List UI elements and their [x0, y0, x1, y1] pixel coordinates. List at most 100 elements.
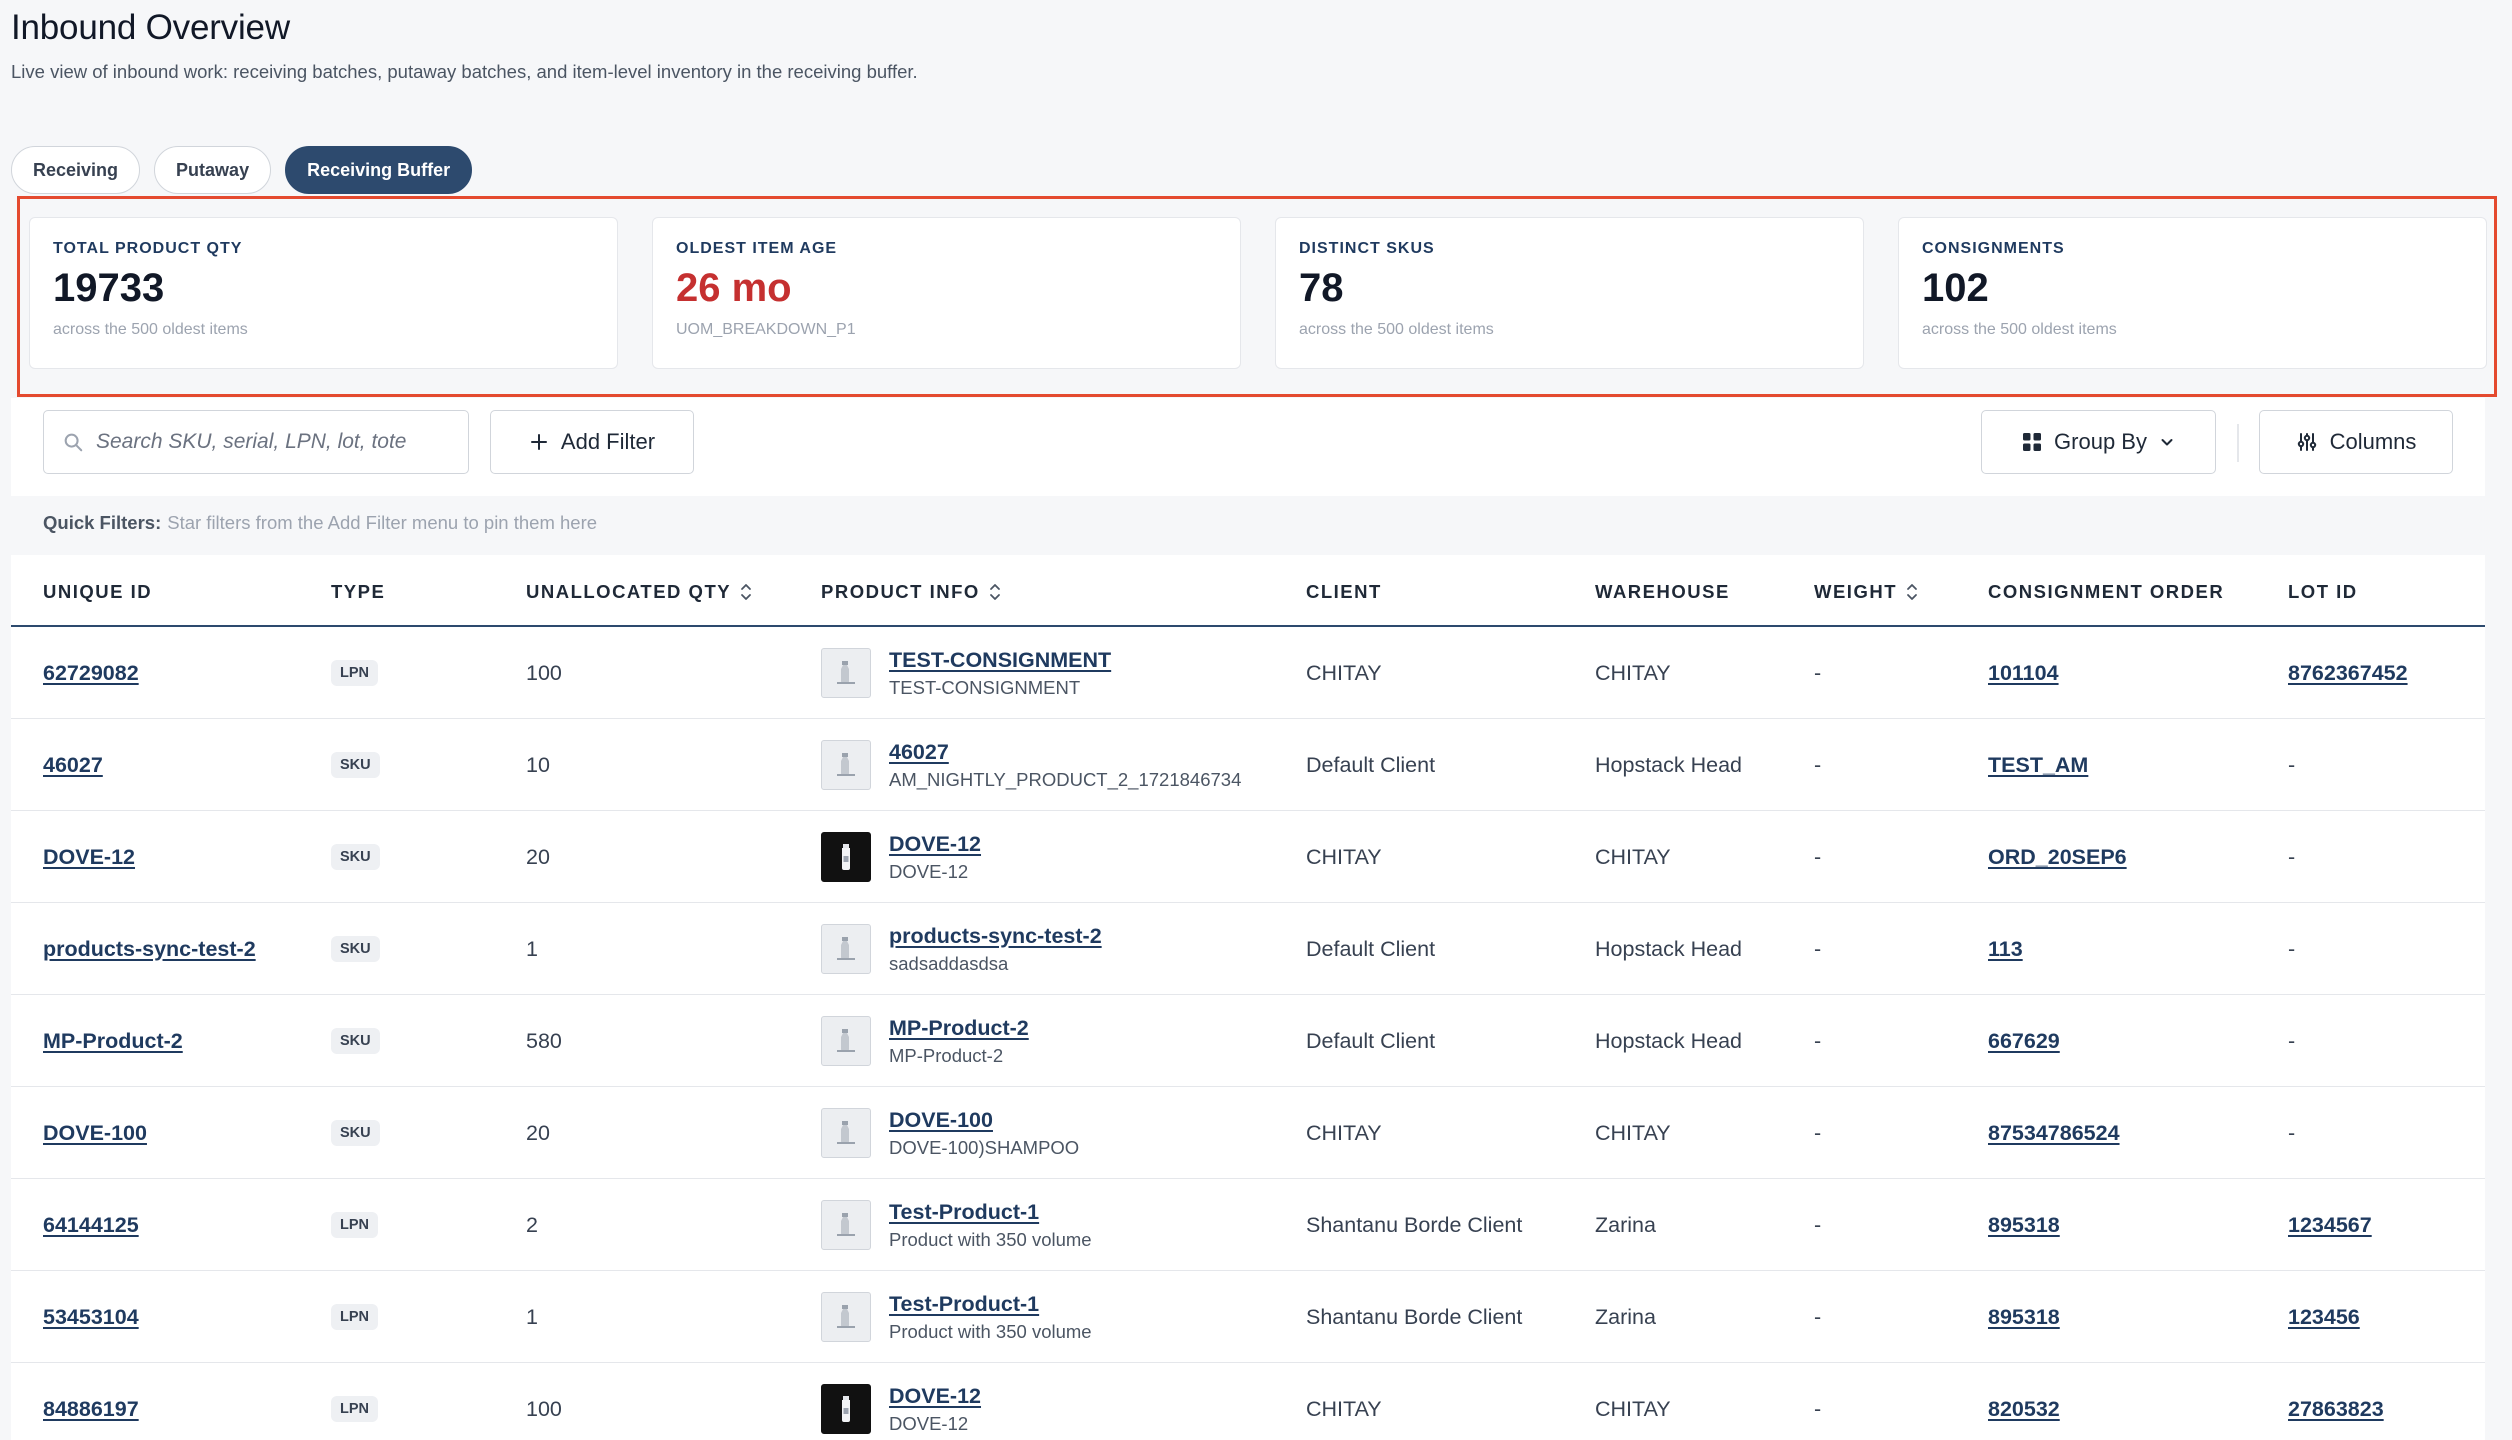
lot-id-value[interactable]: 8762367452 — [2288, 661, 2408, 686]
product-subtitle: DOVE-100)SHAMPOO — [889, 1136, 1080, 1158]
table-row[interactable]: DOVE-100 SKU 20 DOVE-100 DOVE-100)SHAMPOO CHI… — [11, 1087, 2485, 1179]
table-row[interactable]: 64144125 LPN 2 Test-Product-1 Product with 3… — [11, 1179, 2485, 1271]
search-box[interactable] — [43, 410, 469, 474]
unique-id-link[interactable]: DOVE-100 — [43, 1121, 147, 1146]
unique-id-link[interactable]: DOVE-12 — [43, 845, 135, 870]
column-header-consignment-order[interactable]: CONSIGNMENT ORDER — [1988, 581, 2224, 603]
product-subtitle: Product with 350 volume — [889, 1228, 1092, 1250]
product-link[interactable]: products-sync-test-2 — [889, 924, 1102, 949]
kpi-value: 19733 — [53, 266, 165, 310]
column-header-type[interactable]: TYPE — [331, 581, 385, 603]
lot-id-value[interactable]: 27863823 — [2288, 1397, 2384, 1422]
table-header: UNIQUE ID TYPE UNALLOCATED QTY PRODUCT I… — [11, 555, 2485, 627]
cell-unallocated-qty: 100 — [526, 1396, 562, 1421]
product-link[interactable]: 46027 — [889, 740, 1241, 765]
cell-unallocated-qty: 2 — [526, 1212, 538, 1237]
consignment-order-link[interactable]: ORD_20SEP6 — [1988, 845, 2127, 870]
toolbar-divider — [2237, 424, 2239, 462]
quick-filters-hint: Star filters from the Add Filter menu to… — [167, 512, 598, 533]
cell-product-info: TEST-CONSIGNMENT TEST-CONSIGNMENT — [821, 627, 1111, 719]
cell-weight: - — [1814, 1212, 1822, 1237]
lot-id-value[interactable]: 1234567 — [2288, 1213, 2372, 1238]
tab-bar: Receiving Putaway Receiving Buffer — [11, 146, 473, 194]
table-row[interactable]: 46027 SKU 10 46027 AM_NIGHTLY_PRODUCT_2_1721… — [11, 719, 2485, 811]
cell-type: LPN — [331, 627, 378, 719]
inbound-overview-page: Inbound Overview Live view of inbound wo… — [0, 0, 2512, 1440]
column-header-warehouse[interactable]: WAREHOUSE — [1595, 581, 1730, 603]
cell-weight: - — [1814, 844, 1822, 869]
cell-warehouse: CHITAY — [1595, 660, 1671, 685]
consignment-order-link[interactable]: 895318 — [1988, 1305, 2060, 1330]
consignment-order-link[interactable]: 820532 — [1988, 1397, 2060, 1422]
cell-product-info: DOVE-12 DOVE-12 — [821, 1363, 981, 1440]
table-row[interactable]: 53453104 LPN 1 Test-Product-1 Product with 3… — [11, 1271, 2485, 1363]
table-row[interactable]: MP-Product-2 SKU 580 MP-Product-2 MP-Product… — [11, 995, 2485, 1087]
product-link[interactable]: MP-Product-2 — [889, 1016, 1029, 1041]
cell-warehouse: Hopstack Head — [1595, 936, 1742, 961]
unique-id-link[interactable]: 64144125 — [43, 1213, 139, 1238]
tab-putaway[interactable]: Putaway — [154, 146, 272, 194]
lot-id-value: - — [2288, 1028, 2296, 1053]
product-link[interactable]: Test-Product-1 — [889, 1200, 1092, 1225]
lot-id-value[interactable]: 123456 — [2288, 1305, 2360, 1330]
sort-icon[interactable] — [1905, 582, 1919, 602]
product-link[interactable]: Test-Product-1 — [889, 1292, 1092, 1317]
table-toolbar: Add Filter Group By Columns — [11, 398, 2485, 496]
cell-consignment-order: 667629 — [1988, 995, 2060, 1087]
columns-label: Columns — [2329, 429, 2417, 454]
column-header-product-info[interactable]: PRODUCT INFO — [821, 581, 1002, 603]
unique-id-link[interactable]: 53453104 — [43, 1305, 139, 1330]
column-header-lot-id[interactable]: LOT ID — [2288, 581, 2358, 603]
cell-consignment-order: 895318 — [1988, 1179, 2060, 1271]
sort-icon[interactable] — [988, 582, 1002, 602]
column-header-unallocated-qty[interactable]: UNALLOCATED QTY — [526, 581, 753, 603]
cell-consignment-order: 895318 — [1988, 1271, 2060, 1363]
column-header-client[interactable]: CLIENT — [1306, 581, 1382, 603]
consignment-order-link[interactable]: 667629 — [1988, 1029, 2060, 1054]
kpi-value: 26 mo — [676, 266, 792, 310]
add-filter-button[interactable]: Add Filter — [490, 410, 694, 474]
unique-id-link[interactable]: MP-Product-2 — [43, 1029, 183, 1054]
cell-lot-id: - — [2288, 1087, 2295, 1179]
bottle-icon — [821, 832, 871, 882]
column-header-weight[interactable]: WEIGHT — [1814, 581, 1919, 603]
cell-unallocated-qty: 1 — [526, 1304, 538, 1329]
table-row[interactable]: 62729082 LPN 100 TEST-CONSIGNMENT TEST-CONSI… — [11, 627, 2485, 719]
cell-warehouse: CHITAY — [1595, 1120, 1671, 1145]
table-row[interactable]: DOVE-12 SKU 20 DOVE-12 DOVE-12 CHITAY CHITAY - O… — [11, 811, 2485, 903]
type-badge: LPN — [331, 1304, 378, 1330]
column-header-unique-id[interactable]: UNIQUE ID — [43, 581, 152, 603]
sort-icon[interactable] — [739, 582, 753, 602]
cell-client: Default Client — [1306, 1028, 1436, 1053]
consignment-order-link[interactable]: 895318 — [1988, 1213, 2060, 1238]
group-by-button[interactable]: Group By — [1981, 410, 2216, 474]
cell-unallocated-qty: 20 — [526, 844, 550, 869]
product-link[interactable]: TEST-CONSIGNMENT — [889, 648, 1111, 673]
consignment-order-link[interactable]: 101104 — [1988, 661, 2059, 686]
table-row[interactable]: products-sync-test-2 SKU 1 products-sync-te… — [11, 903, 2485, 995]
cell-consignment-order: ORD_20SEP6 — [1988, 811, 2127, 903]
cell-client: Shantanu Borde Client — [1306, 1212, 1523, 1237]
kpi-label: CONSIGNMENTS — [1922, 240, 2065, 257]
product-link[interactable]: DOVE-100 — [889, 1108, 1079, 1133]
consignment-order-link[interactable]: 87534786524 — [1988, 1121, 2120, 1146]
product-link[interactable]: DOVE-12 — [889, 1384, 981, 1409]
consignment-order-link[interactable]: 113 — [1988, 937, 2023, 962]
tab-receiving-buffer[interactable]: Receiving Buffer — [285, 146, 473, 194]
columns-button[interactable]: Columns — [2259, 410, 2453, 474]
table-row[interactable]: 84886197 LPN 100 DOVE-12 DOVE-12 CHITAY CHITAY… — [11, 1363, 2485, 1440]
quick-filters-label: Quick Filters: — [43, 512, 162, 533]
chevron-down-icon — [2161, 439, 2173, 446]
unique-id-link[interactable]: 62729082 — [43, 661, 139, 686]
consignment-order-link[interactable]: TEST_AM — [1988, 753, 2088, 778]
unique-id-link[interactable]: products-sync-test-2 — [43, 937, 256, 962]
unique-id-link[interactable]: 46027 — [43, 753, 103, 778]
search-input[interactable] — [96, 430, 416, 454]
tab-receiving[interactable]: Receiving — [11, 146, 141, 194]
unique-id-link[interactable]: 84886197 — [43, 1397, 139, 1422]
cell-product-info: MP-Product-2 MP-Product-2 — [821, 995, 1029, 1087]
cell-unique-id: MP-Product-2 — [43, 995, 183, 1087]
product-link[interactable]: DOVE-12 — [889, 832, 981, 857]
cell-consignment-order: 101104 — [1988, 627, 2059, 719]
type-badge: LPN — [331, 1212, 378, 1238]
